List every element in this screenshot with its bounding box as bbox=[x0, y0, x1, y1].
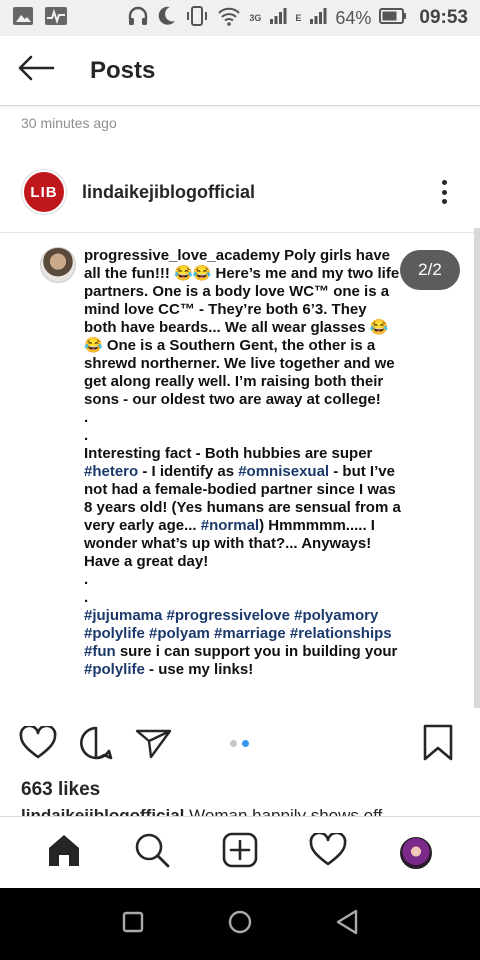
text-line: . bbox=[84, 571, 89, 588]
save-button[interactable] bbox=[418, 724, 458, 767]
activity-icon bbox=[44, 6, 68, 31]
hashtag: #normal bbox=[200, 517, 260, 534]
nav-new-post[interactable] bbox=[215, 828, 265, 878]
hashtag: #omnisexual bbox=[238, 463, 330, 480]
back-system-button[interactable] bbox=[327, 904, 367, 944]
carousel-page-indicator: 2/2 bbox=[400, 250, 460, 290]
add-icon bbox=[222, 832, 258, 873]
carousel-dots bbox=[230, 740, 249, 747]
signal-icon bbox=[269, 7, 287, 30]
moon-icon bbox=[157, 5, 177, 32]
text-line: Interesting fact - Both hubbies are supe… bbox=[84, 445, 373, 462]
heart-icon bbox=[19, 724, 57, 765]
text-span: very early age... bbox=[84, 517, 201, 534]
text-line: . bbox=[84, 589, 89, 606]
headphones-icon bbox=[127, 5, 149, 32]
text-line: Have a great day! bbox=[84, 553, 209, 570]
battery-percent: 64% bbox=[335, 7, 372, 28]
carousel-dot-active bbox=[242, 740, 249, 747]
system-nav-bar bbox=[0, 888, 480, 960]
text-line: 😂 One is a Southern Gent, the other is a bbox=[84, 337, 376, 354]
text-span: - use my links! bbox=[144, 661, 254, 678]
text-span: ) Hmmmmm..... I bbox=[259, 517, 375, 534]
text-line: partners. One is a body love WC™ one is … bbox=[84, 283, 390, 300]
text-span: - I identify as bbox=[138, 463, 239, 480]
comment-icon bbox=[78, 725, 114, 766]
post-header: LIB lindaikejiblogofficial bbox=[0, 160, 480, 224]
arrow-left-icon bbox=[17, 55, 55, 86]
bookmark-icon bbox=[422, 724, 454, 767]
bottom-nav bbox=[0, 816, 480, 888]
dot bbox=[441, 199, 447, 204]
text-line: . bbox=[84, 427, 89, 444]
network-type-a: 3G bbox=[249, 12, 262, 23]
quoted-post-text: progressive_love_academy Poly girls have… bbox=[84, 247, 414, 679]
hashtag-line: #polylife #polyam #marriage #relationshi… bbox=[84, 625, 392, 642]
post-image[interactable]: progressive_love_academy Poly girls have… bbox=[0, 232, 480, 710]
home-button[interactable] bbox=[220, 904, 260, 944]
text-line: not had a female-bodied partner since I … bbox=[84, 481, 396, 498]
send-icon bbox=[135, 726, 173, 765]
text-line: Poly girls have bbox=[279, 247, 390, 264]
hashtag: #hetero bbox=[84, 463, 139, 480]
vibrate-icon bbox=[185, 5, 209, 32]
post-actions bbox=[0, 718, 480, 772]
page-title: Posts bbox=[90, 56, 156, 84]
text-line: both have beards... We all wear glasses … bbox=[84, 319, 389, 336]
post-timestamp: 30 minutes ago bbox=[21, 115, 117, 131]
text-line: get along really well. I’m raising both … bbox=[84, 373, 384, 390]
home-icon bbox=[46, 832, 82, 873]
back-button[interactable] bbox=[0, 36, 72, 106]
square-icon bbox=[122, 911, 144, 938]
quoted-username: progressive_love_academy bbox=[84, 247, 280, 264]
app-bar: Posts bbox=[0, 36, 480, 106]
text-line: sons - our oldest two are away at colleg… bbox=[84, 391, 381, 408]
profile-avatar bbox=[400, 836, 432, 869]
text-span: - but I’ve bbox=[329, 463, 395, 480]
clock: 09:53 bbox=[419, 7, 468, 28]
text-line: shrewd northerner. We live together and … bbox=[84, 355, 395, 372]
hashtag: #fun bbox=[84, 643, 116, 660]
image-icon bbox=[12, 6, 34, 31]
triangle-back-icon bbox=[335, 909, 359, 940]
text-line: . bbox=[84, 409, 89, 426]
scrollbar[interactable] bbox=[474, 228, 480, 708]
text-line: all the fun!!! 😂😂 Here’s me and my two l… bbox=[84, 265, 400, 282]
circle-icon bbox=[227, 909, 253, 940]
avatar-logo-text: LIB bbox=[30, 183, 58, 201]
recents-button[interactable] bbox=[113, 904, 153, 944]
nav-activity[interactable] bbox=[303, 828, 353, 878]
wifi-icon bbox=[217, 6, 241, 31]
text-line: mind love CC™ - They’re both 6’3. They bbox=[84, 301, 367, 318]
nav-home[interactable] bbox=[39, 828, 89, 878]
text-line: 8 years old! (Yes humans are sensual fro… bbox=[84, 499, 401, 516]
like-count[interactable]: 663 likes bbox=[21, 779, 100, 801]
nav-search[interactable] bbox=[127, 828, 177, 878]
heart-icon bbox=[309, 831, 347, 872]
status-bar: 3G E 64% 09:53 bbox=[0, 0, 480, 36]
network-type-b: E bbox=[295, 12, 302, 23]
text-span: sure i can support you in building your bbox=[115, 643, 398, 660]
search-icon bbox=[134, 832, 170, 873]
nav-profile[interactable] bbox=[391, 828, 441, 878]
author-username[interactable]: lindaikejiblogofficial bbox=[82, 182, 255, 203]
text-line: wonder what’s up with that?... Anyways! bbox=[84, 535, 372, 552]
like-button[interactable] bbox=[18, 724, 58, 765]
hashtag-line: #jujumama #progressivelove #polyamory bbox=[84, 607, 379, 624]
author-avatar[interactable]: LIB bbox=[22, 170, 66, 214]
share-button[interactable] bbox=[134, 725, 174, 765]
battery-icon bbox=[379, 7, 407, 29]
carousel-dot bbox=[230, 740, 237, 747]
dot bbox=[441, 180, 447, 185]
comment-button[interactable] bbox=[76, 725, 116, 765]
signal-icon-2 bbox=[309, 7, 327, 30]
more-options-button[interactable] bbox=[434, 177, 454, 207]
hashtag: #polylife bbox=[84, 661, 145, 678]
dot bbox=[441, 189, 447, 195]
quoted-user-avatar bbox=[40, 247, 76, 283]
